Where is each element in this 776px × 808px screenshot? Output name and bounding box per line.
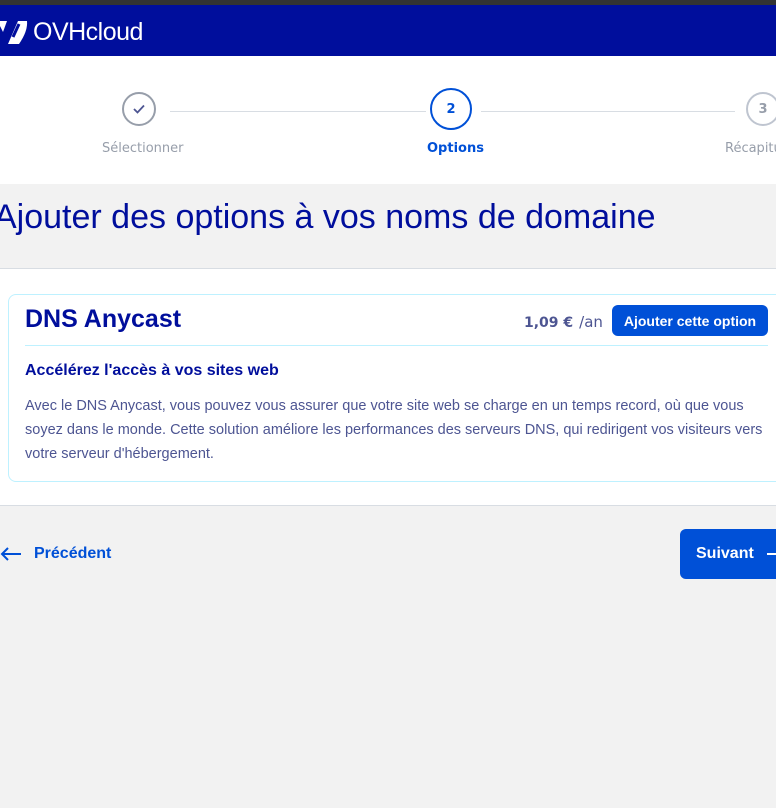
previous-label: Précédent: [34, 545, 112, 562]
arrow-left-icon: [0, 547, 21, 561]
arrow-right-icon: [766, 553, 776, 555]
option-price: 1,09 € /an: [524, 313, 603, 331]
step-2-circle: 2: [430, 88, 472, 130]
page-title: Ajouter des options à vos noms de domain…: [0, 198, 656, 236]
ovhcloud-logo-icon: [0, 19, 28, 45]
next-button[interactable]: Suivant: [680, 529, 776, 579]
step-connector: [170, 111, 426, 112]
option-description: Avec le DNS Anycast, vous pouvez vous as…: [25, 398, 763, 462]
step-3-number: 3: [758, 101, 768, 117]
logo-text: OVHcloud: [33, 17, 143, 46]
step-3-circle: 3: [746, 92, 776, 126]
check-icon: [133, 104, 145, 114]
step-3-label: Récapitu: [725, 141, 776, 156]
step-connector: [481, 111, 735, 112]
options-panel: DNS Anycast 1,09 € /an Ajouter cette opti…: [0, 268, 776, 506]
step-2-label: Options: [427, 141, 484, 156]
order-stepper: Sélectionner 2 Options 3 Récapitu: [0, 56, 776, 184]
top-header: OVHcloud: [0, 5, 776, 56]
step-1-circle[interactable]: [122, 92, 156, 126]
previous-button[interactable]: Précédent: [0, 540, 111, 568]
price-amount: 1,09 €: [524, 315, 574, 331]
card-divider: [25, 345, 768, 346]
option-title: DNS Anycast: [25, 305, 182, 333]
option-card: DNS Anycast 1,09 € /an Ajouter cette opti…: [8, 294, 776, 482]
step-2-number: 2: [446, 101, 456, 117]
ovhcloud-logo[interactable]: OVHcloud: [0, 17, 143, 46]
step-1-label: Sélectionner: [102, 141, 184, 156]
add-option-button[interactable]: Ajouter cette option: [612, 305, 768, 336]
next-label: Suivant: [696, 545, 754, 562]
option-subtitle: Accélérez l'accès à vos sites web: [25, 362, 279, 379]
price-period: /an: [579, 313, 603, 331]
